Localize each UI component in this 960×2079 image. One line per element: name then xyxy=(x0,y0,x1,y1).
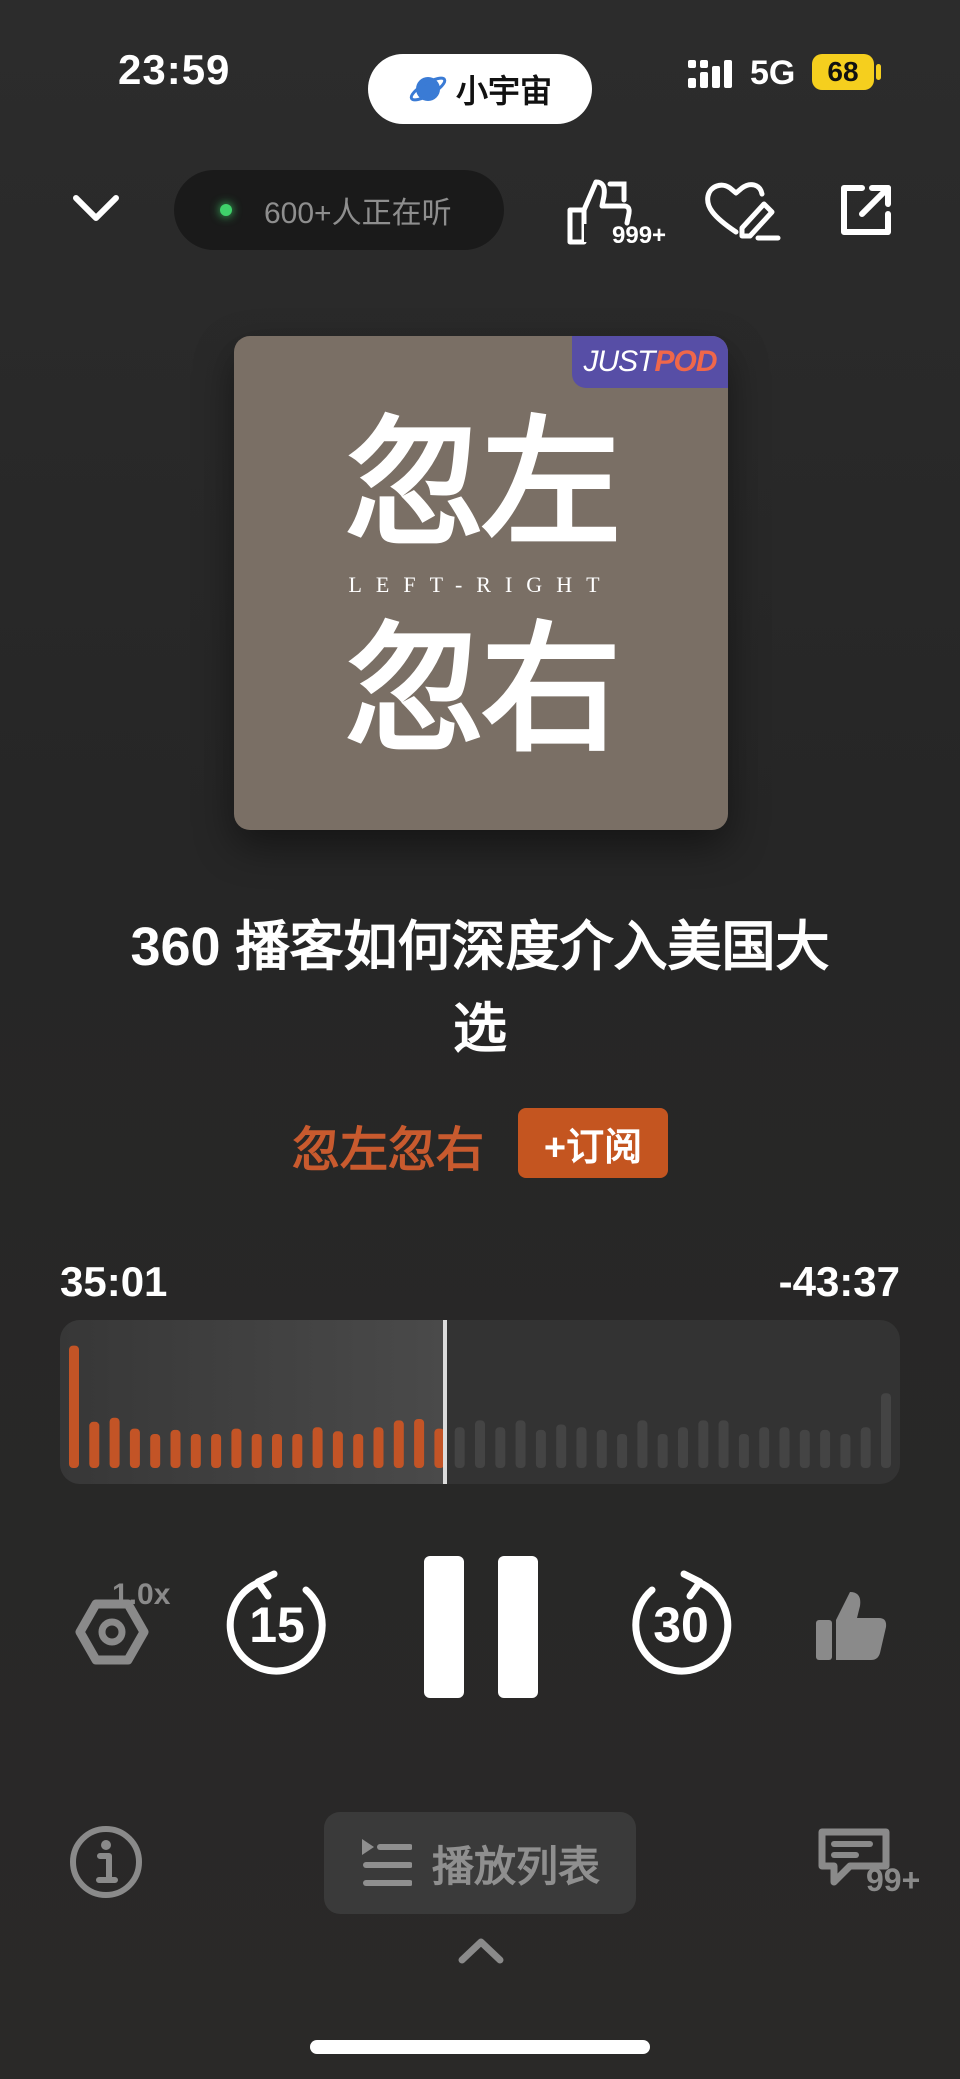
app-pill[interactable]: 小宇宙 xyxy=(368,54,592,124)
waveform-bar xyxy=(251,1434,262,1468)
waveform-bar xyxy=(556,1424,567,1468)
listeners-count: 600+人正在听 xyxy=(264,197,452,230)
waveform-bar xyxy=(637,1420,648,1468)
waveform-bar xyxy=(272,1434,282,1468)
waveform-bar xyxy=(454,1427,465,1468)
live-dot xyxy=(220,204,232,216)
waveform-bar xyxy=(414,1419,425,1468)
waveform-bar xyxy=(617,1434,628,1468)
waveform-bar xyxy=(129,1428,140,1468)
waveform-bar xyxy=(881,1393,891,1468)
like-count: 999+ xyxy=(612,222,667,249)
battery-nub xyxy=(876,64,881,80)
waveform-bar xyxy=(373,1427,384,1468)
chevron-down-icon[interactable] xyxy=(68,186,124,230)
status-time: 23:59 xyxy=(118,46,231,93)
waveform-bar xyxy=(69,1345,79,1468)
waveform-bar xyxy=(576,1427,587,1468)
waveform-bar xyxy=(759,1427,770,1468)
svg-text:30: 30 xyxy=(653,1597,709,1653)
waveform-bar xyxy=(738,1434,749,1468)
comment-count: 99+ xyxy=(866,1862,921,1898)
waveform-bar xyxy=(312,1427,323,1468)
waveform-bar xyxy=(393,1420,404,1468)
waveform-bar xyxy=(109,1417,120,1468)
waveform-bar xyxy=(292,1434,303,1468)
waveform-bar xyxy=(596,1429,607,1468)
app-pill-label: 小宇宙 xyxy=(455,73,552,109)
waveform-bar xyxy=(475,1420,485,1468)
pause-icon[interactable] xyxy=(424,1556,538,1698)
subscribe-button[interactable]: +订阅 xyxy=(518,1108,668,1178)
waveform-bar xyxy=(515,1420,526,1468)
playhead[interactable] xyxy=(442,1320,447,1484)
cover-subtitle: LEFT-RIGHT xyxy=(348,572,614,597)
planet-icon xyxy=(409,76,447,102)
waveform-bar xyxy=(89,1421,100,1468)
battery-indicator: 68 xyxy=(812,54,874,90)
thumb-up-icon[interactable] xyxy=(812,1586,892,1666)
waveform-scrubber[interactable] xyxy=(60,1320,900,1484)
chevron-up-icon[interactable] xyxy=(456,1932,506,1968)
waveform-bar xyxy=(190,1434,201,1468)
waveform-bar xyxy=(840,1434,851,1468)
waveform-bars xyxy=(69,1345,891,1468)
waveform-bar xyxy=(860,1427,871,1468)
svg-text:15: 15 xyxy=(249,1597,305,1653)
forward-30-icon[interactable]: 30 xyxy=(626,1568,736,1678)
waveform-bar xyxy=(779,1427,790,1468)
home-indicator[interactable] xyxy=(310,2040,650,2054)
info-icon[interactable] xyxy=(68,1824,144,1900)
waveform-bar xyxy=(495,1427,506,1468)
speed-label: 1.0x xyxy=(112,1578,171,1611)
waveform-bar xyxy=(799,1429,810,1468)
time-remaining: -43:37 xyxy=(778,1258,900,1305)
waveform-bar xyxy=(332,1431,343,1468)
waveform-bar xyxy=(718,1420,729,1468)
playlist-button[interactable]: 播放列表 xyxy=(324,1812,636,1914)
cover-title-bottom: 忽右 xyxy=(344,608,621,772)
cover-title-top: 忽左 xyxy=(344,402,621,566)
waveform-bar xyxy=(820,1429,831,1468)
rewind-15-icon[interactable]: 15 xyxy=(222,1568,332,1678)
waveform-bar xyxy=(353,1434,364,1468)
waveform-bar xyxy=(211,1434,222,1468)
waveform-bar xyxy=(150,1434,161,1468)
podcast-name[interactable]: 忽左忽右 xyxy=(292,1110,484,1180)
playlist-label: 播放列表 xyxy=(431,1842,600,1890)
episode-title: 360 播客如何深度介入美国大 选 xyxy=(130,917,830,1059)
waveform-bar xyxy=(231,1428,242,1468)
waveform-bar xyxy=(170,1429,181,1468)
signal-icon xyxy=(688,60,732,88)
waveform-bar xyxy=(678,1427,688,1468)
time-elapsed: 35:01 xyxy=(60,1258,168,1305)
heart-edit-icon[interactable] xyxy=(702,178,782,242)
listeners-pill[interactable]: 600+人正在听 xyxy=(174,170,504,250)
waveform-bar xyxy=(535,1429,546,1468)
waveform-bar xyxy=(657,1434,668,1468)
waveform-bar xyxy=(698,1420,709,1468)
network-type: 5G xyxy=(750,54,796,92)
podcast-cover: JUST POD 忽左 LEFT-RIGHT 忽右 xyxy=(234,336,728,830)
playlist-icon xyxy=(361,1839,412,1886)
justpod-badge: JUST POD xyxy=(572,336,728,388)
share-icon[interactable] xyxy=(836,180,896,240)
